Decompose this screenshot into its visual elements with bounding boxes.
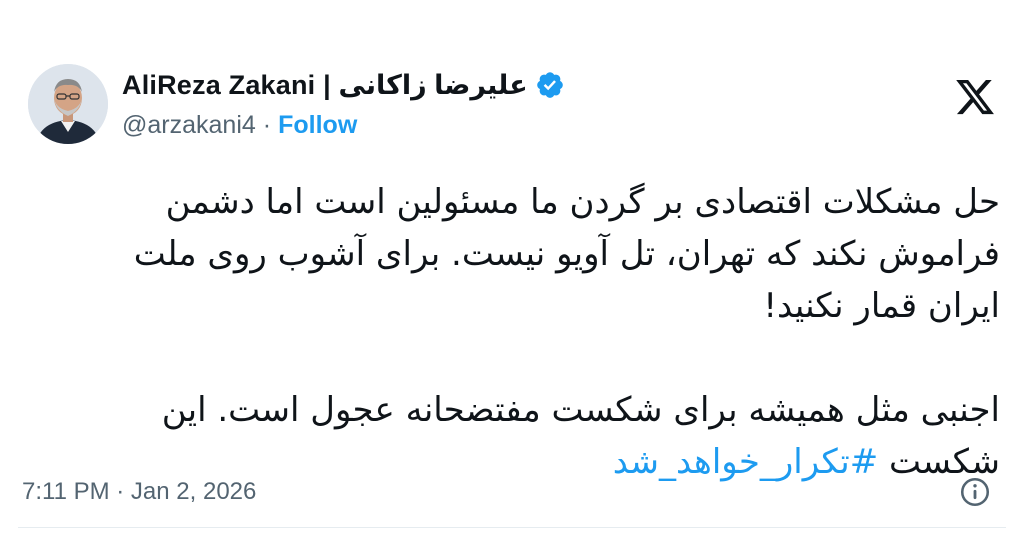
author-block: AliReza Zakani | علیرضا زاکانی @arzakani… <box>122 64 565 144</box>
display-name[interactable]: AliReza Zakani | علیرضا زاکانی <box>122 70 528 101</box>
tweet-body: حل مشکلات اقتصادی بر گردن ما مسئولین است… <box>80 176 1000 488</box>
handle[interactable]: @arzakani4 <box>122 111 256 140</box>
tweet-card: AliReza Zakani | علیرضا زاکانی @arzakani… <box>0 0 1024 536</box>
separator-dot: · <box>262 110 272 139</box>
hashtag-link[interactable]: #تکرار_خواهد_شد <box>613 442 879 482</box>
tweet-paragraph-1: حل مشکلات اقتصادی بر گردن ما مسئولین است… <box>133 182 1000 326</box>
avatar[interactable] <box>28 64 108 144</box>
follow-button[interactable]: Follow <box>278 111 357 140</box>
divider <box>18 527 1006 528</box>
verified-badge-icon <box>535 70 565 100</box>
info-icon[interactable] <box>958 475 992 509</box>
timestamp[interactable]: 7:11 PM · Jan 2, 2026 <box>22 478 256 506</box>
tweet-paragraph-2: اجنبی مثل همیشه برای شکست مفتضحانه عجول … <box>80 384 1000 488</box>
x-logo-icon[interactable] <box>954 76 996 118</box>
handle-row: @arzakani4 · Follow <box>122 106 565 144</box>
name-row: AliReza Zakani | علیرضا زاکانی <box>122 64 565 106</box>
tweet-header: AliReza Zakani | علیرضا زاکانی @arzakani… <box>28 64 565 144</box>
